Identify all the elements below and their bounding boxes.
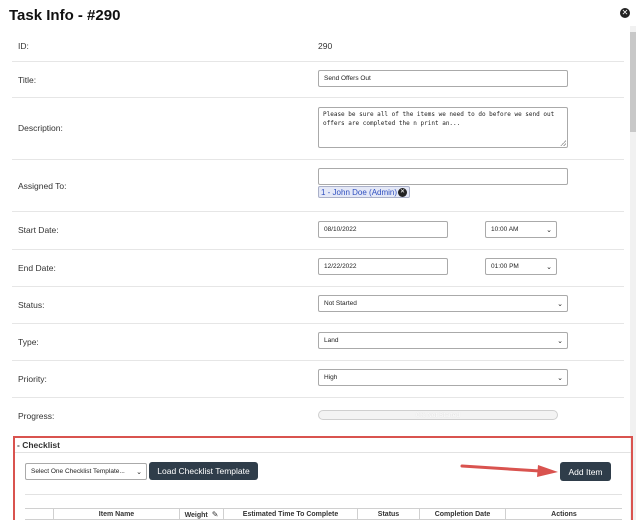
checklist-template-value: Select One Checklist Template... xyxy=(31,468,125,475)
description-label: Description: xyxy=(18,123,63,133)
chevron-down-icon: ⌄ xyxy=(546,226,552,234)
checklist-table-header: Item Name Weight ✎ Estimated Time To Com… xyxy=(25,508,622,520)
load-checklist-template-button[interactable]: Load Checklist Template xyxy=(149,462,258,480)
modal-header: Task Info - #290 ✕ xyxy=(0,0,644,30)
priority-select[interactable]: High ⌄ xyxy=(318,369,568,386)
chevron-down-icon: ⌄ xyxy=(557,337,563,345)
title-input[interactable]: Send Offers Out xyxy=(318,70,568,87)
annotation-arrow xyxy=(460,464,558,477)
status-value: Not Started xyxy=(324,300,357,307)
chevron-down-icon: ⌄ xyxy=(557,300,563,308)
checklist-section: - Checklist Select One Checklist Templat… xyxy=(13,436,633,520)
end-time-select[interactable]: 01:00 PM ⌄ xyxy=(485,258,557,275)
col-status[interactable]: Status xyxy=(357,509,419,520)
col-completion-date[interactable]: Completion Date xyxy=(419,509,505,520)
assigned-input[interactable] xyxy=(318,168,568,185)
type-label: Type: xyxy=(18,337,39,347)
progress-text: 0% Not Started xyxy=(415,412,461,419)
add-item-button[interactable]: Add Item xyxy=(560,462,611,481)
divider xyxy=(25,494,622,495)
chevron-down-icon: ⌄ xyxy=(546,263,552,271)
assigned-label: Assigned To: xyxy=(18,181,67,191)
scrollbar-thumb[interactable] xyxy=(630,32,636,132)
start-date-input[interactable]: 08/10/2022 xyxy=(318,221,448,238)
remove-circle-icon[interactable]: ✕ xyxy=(398,187,408,197)
id-label: ID: xyxy=(18,41,29,51)
progress-bar: 0% Not Started xyxy=(318,410,558,420)
description-textarea[interactable]: Please be sure all of the items we need … xyxy=(318,107,568,148)
id-row: ID: 290 xyxy=(12,30,624,62)
col-actions: Actions xyxy=(505,509,622,520)
priority-label: Priority: xyxy=(18,374,47,384)
status-label: Status: xyxy=(18,300,45,310)
col-estimated-time[interactable]: Estimated Time To Complete xyxy=(223,509,357,520)
description-text: Please be sure all of the items we need … xyxy=(323,111,555,127)
status-select[interactable]: Not Started ⌄ xyxy=(318,295,568,312)
priority-value: High xyxy=(324,374,338,381)
title-label: Title: xyxy=(18,75,37,85)
chevron-down-icon: ⌄ xyxy=(557,374,563,382)
chevron-down-icon: ⌄ xyxy=(136,468,142,476)
start-time-select[interactable]: 10:00 AM ⌄ xyxy=(485,221,557,238)
type-select[interactable]: Land ⌄ xyxy=(318,332,568,349)
checklist-title[interactable]: - Checklist xyxy=(17,440,60,450)
pencil-icon[interactable]: ✎ xyxy=(212,509,219,520)
assignee-tag: 1 - John Doe (Admin) ✕ xyxy=(318,186,411,198)
progress-label: Progress: xyxy=(18,411,55,421)
id-value: 290 xyxy=(318,41,333,51)
col-weight-label: Weight xyxy=(184,512,208,519)
checklist-template-select[interactable]: Select One Checklist Template... ⌄ xyxy=(25,463,147,480)
modal-title: Task Info - #290 xyxy=(9,7,121,24)
end-time-value: 01:00 PM xyxy=(491,263,519,270)
assignee-tag-label: 1 - John Doe (Admin) xyxy=(321,187,398,197)
col-item-name[interactable]: Item Name xyxy=(53,509,179,520)
end-date-label: End Date: xyxy=(18,263,56,273)
start-time-value: 10:00 AM xyxy=(491,226,519,233)
divider xyxy=(15,452,631,453)
close-circle-icon[interactable]: ✕ xyxy=(620,8,630,18)
start-date-label: Start Date: xyxy=(18,225,59,235)
end-date-input[interactable]: 12/22/2022 xyxy=(318,258,448,275)
col-select xyxy=(25,509,53,520)
col-weight[interactable]: Weight ✎ xyxy=(179,509,223,520)
type-value: Land xyxy=(324,337,339,344)
resize-grip-icon[interactable] xyxy=(560,140,566,146)
